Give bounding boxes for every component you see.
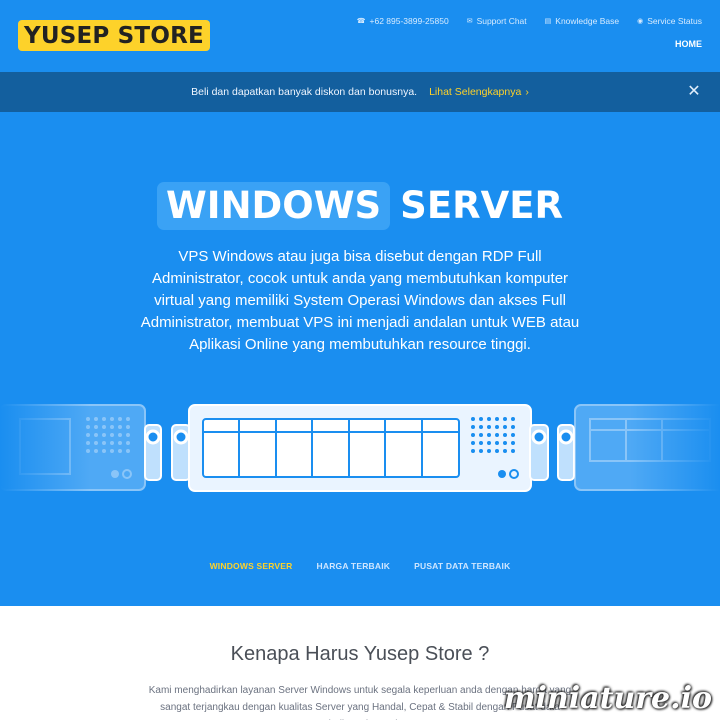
phone-link[interactable]: ☎ +62 895-3899-25850 — [357, 16, 449, 26]
site-header: YUSEP STORE ☎ +62 895-3899-25850 ✉ Suppo… — [0, 0, 720, 72]
tab-harga-terbaik[interactable]: HARGA TERBAIK — [317, 561, 391, 571]
arrow-right-icon: › — [525, 86, 529, 98]
knowledge-base-link[interactable]: ▤ Knowledge Base — [545, 16, 619, 26]
right-bracket — [529, 424, 575, 481]
section-title: Kenapa Harus Yusep Store ? — [230, 643, 490, 665]
tab-pusat-data-terbaik[interactable]: PUSAT DATA TERBAIK — [414, 561, 510, 571]
phone-icon: ☎ — [356, 18, 366, 25]
announcement-link[interactable]: Lihat Selengkapnya › — [429, 86, 529, 98]
hero-description: VPS Windows atau juga bisa disebut denga… — [140, 248, 580, 353]
title-highlight-box: WINDOWS — [157, 182, 391, 230]
hero-section: WINDOWS SERVER VPS Windows atau juga bisa… — [0, 112, 720, 606]
nav-home[interactable]: HOME — [675, 39, 702, 49]
service-status-link[interactable]: ◉ Service Status — [637, 16, 702, 26]
logo-text: YUSEP STORE — [24, 22, 204, 49]
announcement-link-label: Lihat Selengkapnya — [429, 86, 522, 98]
book-icon: ▤ — [544, 18, 552, 25]
hero-tabs: WINDOWS SERVER HARGA TERBAIK PUSAT DATA … — [0, 561, 720, 571]
brand-logo[interactable]: YUSEP STORE — [18, 20, 210, 51]
phone-label: +62 895-3899-25850 — [369, 16, 449, 26]
status-icon: ◉ — [637, 18, 644, 25]
watermark: miniature.io — [503, 681, 712, 716]
service-status-label: Service Status — [647, 16, 702, 26]
title-rest: SERVER — [400, 184, 563, 227]
announcement-text: Beli dan dapatkan banyak diskon dan bonu… — [191, 86, 418, 98]
center-server — [188, 404, 532, 492]
hero-title: WINDOWS SERVER — [0, 182, 720, 230]
tab-windows-server[interactable]: WINDOWS SERVER — [210, 561, 293, 571]
announcement-bar: Beli dan dapatkan banyak diskon dan bonu… — [0, 72, 720, 112]
chat-icon: ✉ — [466, 18, 473, 25]
server-rack-illustration — [0, 397, 720, 507]
top-links: ☎ +62 895-3899-25850 ✉ Support Chat ▤ Kn… — [357, 16, 702, 26]
close-icon[interactable]: ✕ — [686, 83, 702, 101]
support-chat-link[interactable]: ✉ Support Chat — [467, 16, 527, 26]
support-chat-label: Support Chat — [476, 16, 527, 26]
title-highlight: WINDOWS — [166, 184, 382, 227]
left-bracket — [144, 424, 191, 481]
knowledge-base-label: Knowledge Base — [555, 16, 620, 26]
